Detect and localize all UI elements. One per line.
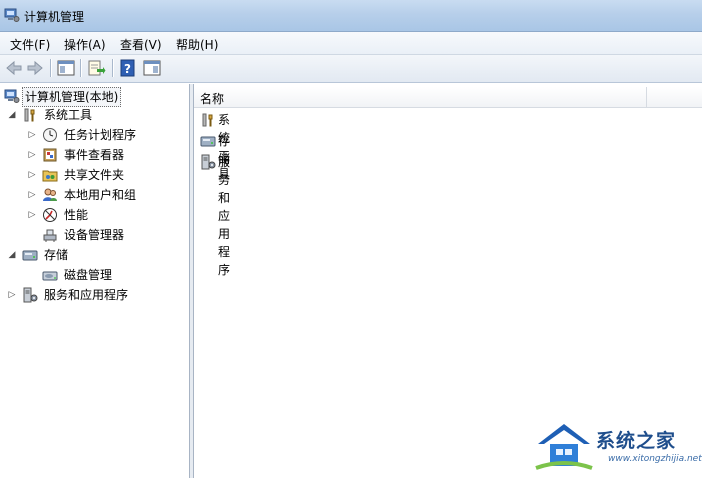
tree-label: 事件查看器 [64, 148, 125, 162]
help-icon[interactable]: ? [118, 58, 138, 78]
window-title: 计算机管理 [24, 10, 85, 24]
tree-label: 共享文件夹 [64, 168, 125, 182]
menu-bar: 文件(F) 操作(A) 查看(V) 帮助(H) [0, 32, 702, 55]
tree-label: 服务和应用程序 [44, 288, 129, 302]
watermark-url: www.xitongzhijia.net [608, 454, 702, 464]
tree-label: 存储 [44, 248, 69, 262]
menu-help[interactable]: 帮助(H) [174, 36, 220, 53]
services-icon [201, 154, 216, 170]
tree-label: 计算机管理(本地) [22, 87, 122, 107]
show-hide-action-pane-icon[interactable] [142, 58, 162, 78]
collapsed-arrow-icon[interactable]: ▷ [8, 286, 16, 304]
services-icon [23, 287, 38, 303]
back-arrow-icon[interactable] [4, 58, 24, 78]
collapsed-arrow-icon[interactable]: ▷ [28, 166, 36, 184]
watermark: 系统之家 www.xitongzhijia.net [530, 414, 702, 478]
collapsed-arrow-icon[interactable]: ▷ [28, 186, 36, 204]
clock-icon [43, 128, 57, 142]
storage-icon [200, 136, 216, 147]
expanded-arrow-icon[interactable]: ◢ [8, 246, 16, 264]
menu-view[interactable]: 查看(V) [118, 36, 164, 53]
tree-label: 系统工具 [44, 108, 93, 122]
computer-management-icon [4, 8, 20, 22]
column-separator[interactable] [646, 87, 647, 107]
watermark-text: 系统之家 [596, 430, 677, 452]
computer-management-icon [4, 89, 20, 103]
export-list-icon[interactable] [86, 58, 106, 78]
house-logo-icon [535, 424, 593, 470]
tools-icon [24, 108, 35, 122]
tree-label: 磁盘管理 [64, 268, 113, 282]
column-header-name[interactable]: 名称 [200, 90, 224, 107]
tree-label: 性能 [64, 208, 89, 222]
console-tree: 计算机管理(本地) ◢ 系统工具 ▷ 任务计划程序 ▷ 事件查看器 ▷ 共享文件… [0, 84, 190, 478]
toolbar: ? [0, 55, 702, 83]
performance-icon [43, 208, 57, 222]
users-icon [43, 188, 57, 201]
toolbar-separator [80, 59, 81, 77]
forward-arrow-icon[interactable] [25, 58, 45, 78]
menu-action[interactable]: 操作(A) [62, 36, 108, 53]
list-item-label: 服务和应用程序 [218, 155, 231, 277]
list-header: 名称 [194, 87, 702, 108]
tree-label: 本地用户和组 [64, 188, 137, 202]
svg-text:?: ? [124, 62, 131, 76]
show-hide-console-tree-icon[interactable] [56, 58, 76, 78]
device-manager-icon [43, 229, 57, 242]
tree-label: 设备管理器 [64, 228, 125, 242]
disk-icon [42, 271, 58, 281]
tools-icon [202, 113, 213, 127]
shared-folder-icon [42, 170, 58, 182]
collapsed-arrow-icon[interactable]: ▷ [28, 126, 36, 144]
title-bar: 计算机管理 [0, 0, 702, 32]
event-viewer-icon [43, 148, 57, 162]
toolbar-separator [50, 59, 51, 77]
collapsed-arrow-icon[interactable]: ▷ [28, 146, 36, 164]
tree-label: 任务计划程序 [64, 128, 137, 142]
toolbar-separator [112, 59, 113, 77]
collapsed-arrow-icon[interactable]: ▷ [28, 206, 36, 224]
storage-icon [22, 250, 38, 261]
menu-file[interactable]: 文件(F) [8, 36, 52, 53]
expanded-arrow-icon[interactable]: ◢ [8, 106, 16, 124]
